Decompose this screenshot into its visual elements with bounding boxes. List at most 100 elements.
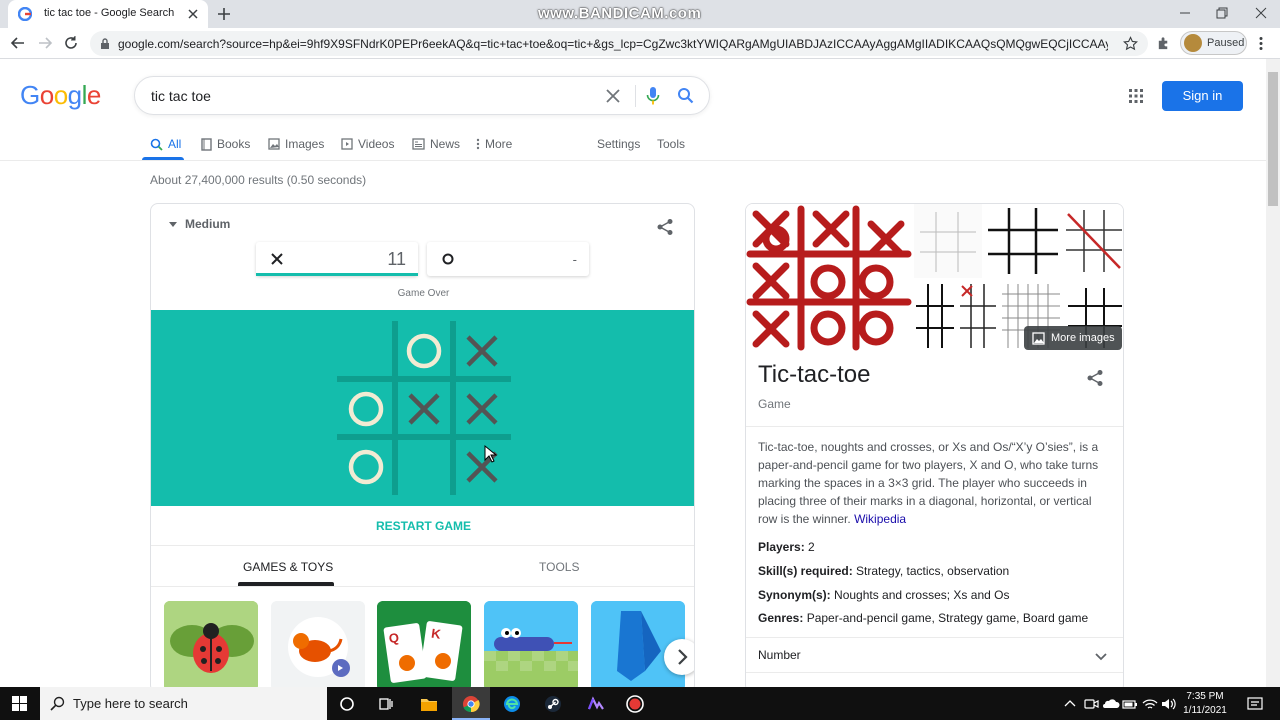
score-o-value: -	[572, 252, 577, 267]
search-icon[interactable]	[677, 87, 694, 104]
search-box[interactable]: tic tac toe	[134, 76, 710, 115]
o-mark	[348, 449, 384, 485]
clock-time: 7:35 PM	[1186, 691, 1224, 702]
tab-tools[interactable]: Tools	[657, 134, 685, 154]
tab-tools[interactable]: TOOLS	[539, 560, 579, 574]
lock-icon	[101, 38, 109, 49]
browser-tab-strip: tic tac toe - Google Search www.BANDICAM…	[0, 0, 1280, 28]
battery-icon[interactable]	[1121, 695, 1139, 713]
profile-button[interactable]: Paused	[1180, 31, 1247, 55]
card-divider	[151, 545, 694, 546]
close-tab-icon[interactable]	[186, 7, 200, 21]
steam-icon[interactable]	[544, 695, 562, 713]
svg-text:Q: Q	[388, 630, 400, 646]
wikipedia-link[interactable]: Wikipedia	[854, 512, 906, 526]
wifi-icon[interactable]	[1141, 695, 1159, 713]
close-window-icon[interactable]	[1254, 6, 1268, 20]
restore-icon[interactable]	[1215, 6, 1229, 20]
tab-more-label: More	[485, 137, 513, 151]
forward-icon[interactable]	[37, 35, 53, 51]
tic-tac-toe-game-card: Medium 11 - Game Over RESTART GAME GAMES…	[150, 203, 695, 693]
fact-players: Players: 2	[758, 540, 815, 554]
header-divider	[0, 160, 1266, 161]
animal-sounds-thumbnail[interactable]	[271, 601, 365, 691]
task-view-icon[interactable]	[377, 695, 395, 713]
carousel-next-button[interactable]	[664, 639, 694, 675]
clear-search-icon[interactable]	[605, 88, 621, 104]
show-hidden-icons-icon[interactable]	[1061, 695, 1079, 713]
extensions-puzzle-icon[interactable]	[1156, 36, 1171, 51]
solitaire-thumbnail[interactable]: Q K	[377, 601, 471, 691]
chevron-down-icon[interactable]	[1094, 649, 1108, 663]
chevron-right-icon	[678, 649, 688, 665]
scrollbar-thumb[interactable]	[1268, 72, 1278, 206]
chrome-icon[interactable]	[462, 695, 480, 713]
microphone-icon[interactable]	[645, 86, 661, 106]
taskbar-search-placeholder: Type here to search	[73, 696, 188, 711]
fact-value: Paper-and-pencil game, Strategy game, Bo…	[806, 611, 1089, 625]
browser-tab[interactable]: tic tac toe - Google Search	[8, 0, 208, 28]
tab-images-label: Images	[285, 137, 325, 151]
meet-now-icon[interactable]	[1082, 695, 1100, 713]
video-icon	[341, 138, 353, 150]
panel-divider	[746, 672, 1123, 673]
book-icon	[201, 137, 212, 151]
game-board[interactable]	[151, 310, 694, 506]
tab-images[interactable]: Images	[268, 134, 324, 154]
expand-number-label[interactable]: Number	[758, 648, 801, 662]
more-vertical-icon	[476, 138, 480, 150]
edge-icon[interactable]	[503, 695, 521, 713]
share-icon[interactable]	[656, 218, 674, 236]
image-collage[interactable]: More images	[746, 204, 1123, 352]
cortana-icon[interactable]	[338, 695, 356, 713]
more-images-button[interactable]: More images	[1024, 326, 1122, 350]
address-bar[interactable]: google.com/search?source=hp&ei=9hf9X9SFN…	[90, 31, 1148, 56]
reload-icon[interactable]	[63, 35, 79, 51]
game-status: Game Over	[397, 288, 450, 299]
image-icon	[268, 138, 280, 150]
browser-menu-icon[interactable]	[1256, 36, 1266, 51]
tab-settings[interactable]: Settings	[597, 134, 640, 154]
tab-books[interactable]: Books	[201, 134, 250, 154]
onedrive-icon[interactable]	[1102, 695, 1120, 713]
difficulty-dropdown[interactable]: Medium	[169, 217, 230, 231]
tab-news-label: News	[430, 137, 461, 151]
back-icon[interactable]	[10, 35, 26, 51]
media-app-icon[interactable]	[587, 695, 605, 713]
tab-all[interactable]: All	[150, 134, 181, 154]
snake-icon	[484, 601, 578, 691]
bookmark-star-icon[interactable]	[1123, 36, 1138, 51]
fact-synonyms: Synonym(s): Noughts and crosses; Xs and …	[758, 588, 1009, 602]
google-apps-icon[interactable]	[1128, 88, 1144, 104]
news-icon	[412, 138, 425, 150]
taskbar-search-box[interactable]: Type here to search	[40, 687, 327, 720]
bandicam-record-icon[interactable]	[626, 695, 644, 713]
logo-letter: G	[20, 80, 40, 110]
tab-more[interactable]: More	[476, 134, 512, 154]
o-mark	[348, 391, 384, 427]
tab-videos[interactable]: Videos	[341, 134, 394, 154]
ladybug-game-thumbnail[interactable]	[164, 601, 258, 691]
snake-game-thumbnail[interactable]	[484, 601, 578, 691]
tab-news[interactable]: News	[412, 134, 460, 154]
file-explorer-icon[interactable]	[420, 695, 438, 713]
tab-games-and-toys[interactable]: GAMES & TOYS	[243, 560, 333, 574]
restart-game-button[interactable]: RESTART GAME	[151, 519, 694, 533]
windows-start-icon[interactable]	[12, 696, 27, 711]
fact-genres: Genres: Paper-and-pencil game, Strategy …	[758, 611, 1088, 625]
share-icon[interactable]	[1086, 369, 1104, 387]
notifications-icon[interactable]	[1246, 695, 1264, 713]
search-input[interactable]: tic tac toe	[151, 88, 211, 104]
volume-icon[interactable]	[1160, 695, 1178, 713]
taskbar-clock[interactable]: 7:35 PM 1/11/2021	[1181, 690, 1229, 718]
sign-in-button[interactable]: Sign in	[1162, 81, 1243, 111]
active-player-bar	[256, 273, 418, 276]
google-logo[interactable]: Google	[20, 80, 101, 111]
minimize-icon[interactable]	[1178, 6, 1192, 20]
tab-books-label: Books	[217, 137, 251, 151]
new-tab-icon[interactable]	[216, 6, 232, 22]
o-mark-icon	[442, 253, 454, 265]
search-divider	[635, 85, 636, 107]
x-mark	[466, 335, 498, 367]
recording-watermark: www.BANDICAM.com	[538, 5, 702, 22]
